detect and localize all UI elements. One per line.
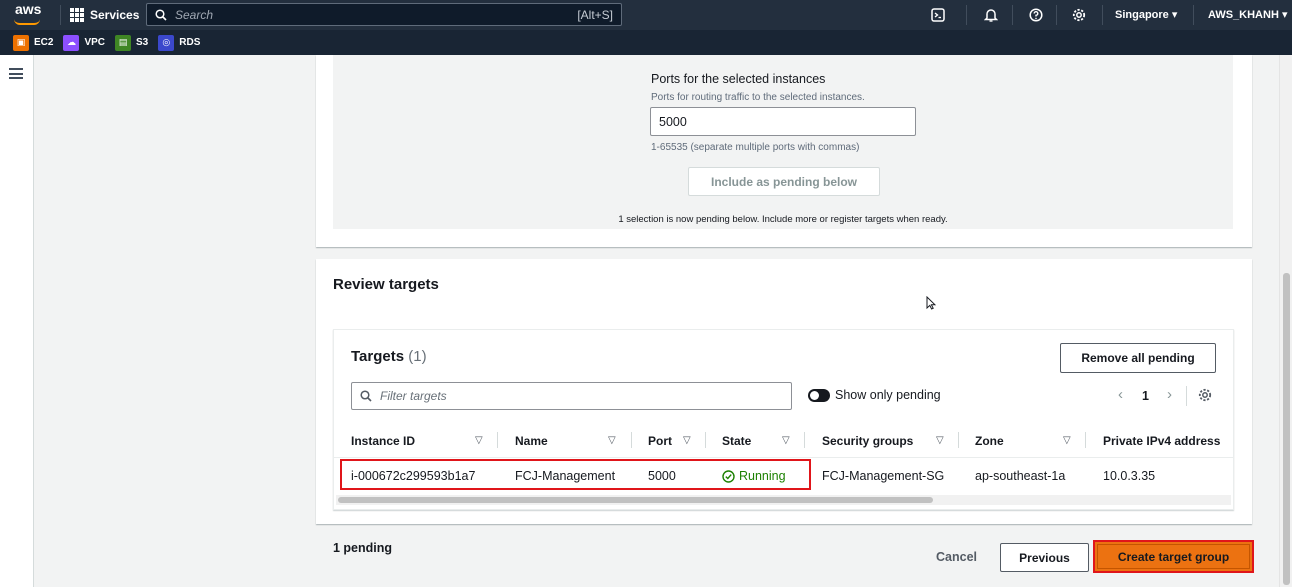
- column-security-groups[interactable]: Security groups: [822, 434, 913, 448]
- column-state[interactable]: State: [722, 434, 751, 448]
- column-port[interactable]: Port: [648, 434, 672, 448]
- column-private-ipv4[interactable]: Private IPv4 address: [1103, 434, 1220, 448]
- sort-icon[interactable]: ▽: [782, 435, 790, 446]
- sort-icon[interactable]: ▽: [1063, 435, 1071, 446]
- filter-targets-input[interactable]: Filter targets: [351, 382, 792, 410]
- next-page-icon[interactable]: ›: [1167, 386, 1172, 403]
- cloudshell-icon[interactable]: [928, 5, 948, 25]
- favorite-ec2[interactable]: ▣ EC2: [13, 34, 53, 51]
- register-targets-panel: Ports for the selected instances Ports f…: [316, 55, 1252, 247]
- sort-icon[interactable]: ▽: [608, 435, 616, 446]
- create-target-group-button[interactable]: Create target group: [1093, 540, 1254, 573]
- page-scrollbar-thumb[interactable]: [1283, 273, 1290, 585]
- search-shortcut: [Alt+S]: [577, 7, 613, 22]
- pending-note: 1 selection is now pending below. Includ…: [618, 214, 948, 225]
- review-targets-title: Review targets: [333, 276, 439, 293]
- help-icon[interactable]: [1026, 5, 1046, 25]
- previous-button[interactable]: Previous: [1000, 543, 1089, 572]
- cell-security-group: FCJ-Management-SG: [822, 469, 945, 483]
- rds-icon: ◎: [158, 34, 175, 51]
- previous-page-icon[interactable]: ‹: [1118, 386, 1123, 403]
- search-icon: [360, 390, 372, 402]
- favorites-bar: ▣ EC2 ☁ VPC ▤ S3 ◎ RDS: [0, 30, 1292, 55]
- favorite-vpc[interactable]: ☁ VPC: [63, 34, 105, 51]
- settings-gear-icon[interactable]: [1069, 5, 1089, 25]
- column-name[interactable]: Name: [515, 434, 548, 448]
- table-scrollbar-thumb[interactable]: [338, 497, 933, 503]
- pending-count: 1 pending: [333, 541, 393, 555]
- mouse-cursor-icon: [926, 295, 937, 313]
- region-selector[interactable]: Singapore ▾: [1115, 8, 1177, 21]
- services-label: Services: [90, 8, 140, 22]
- ec2-icon: ▣: [13, 34, 29, 51]
- vpc-icon: ☁: [63, 34, 80, 51]
- favorite-rds[interactable]: ◎ RDS: [158, 34, 200, 51]
- show-only-pending-label: Show only pending: [835, 388, 941, 402]
- search-placeholder: Search: [175, 7, 214, 22]
- include-as-pending-button[interactable]: Include as pending below: [688, 167, 880, 196]
- aws-logo-text: aws: [15, 1, 42, 17]
- search-icon: [155, 8, 167, 21]
- menu-hamburger-icon[interactable]: [9, 68, 23, 79]
- aws-logo[interactable]: aws: [12, 1, 48, 28]
- cancel-button[interactable]: Cancel: [936, 550, 977, 564]
- remove-all-pending-button[interactable]: Remove all pending: [1060, 343, 1216, 373]
- top-navigation: aws Services Search [Alt+S] Singapore ▾ …: [0, 0, 1292, 30]
- column-zone[interactable]: Zone: [975, 434, 1004, 448]
- favorite-s3[interactable]: ▤ S3: [115, 34, 148, 51]
- side-navigation-rail: [0, 55, 34, 587]
- services-grid-icon: [70, 8, 84, 22]
- show-only-pending-toggle[interactable]: [808, 389, 830, 402]
- cell-private-ip: 10.0.3.35: [1103, 469, 1156, 483]
- targets-count: (1): [408, 348, 427, 365]
- column-instance-id[interactable]: Instance ID: [351, 434, 415, 448]
- ports-container: Ports for the selected instances Ports f…: [333, 55, 1233, 229]
- table-horizontal-scrollbar[interactable]: [336, 495, 1231, 505]
- services-button[interactable]: Services: [70, 5, 139, 25]
- aws-smile-icon: [14, 19, 40, 25]
- notifications-bell-icon[interactable]: [981, 5, 1001, 25]
- sort-icon[interactable]: ▽: [683, 435, 691, 446]
- table-header-row: Instance ID ▽ Name ▽ Port ▽ State ▽ Secu…: [334, 422, 1233, 458]
- sort-icon[interactable]: ▽: [475, 435, 483, 446]
- ports-hint: 1-65535 (separate multiple ports with co…: [651, 142, 860, 153]
- page-scrollbar[interactable]: [1279, 55, 1292, 587]
- search-input[interactable]: Search [Alt+S]: [146, 3, 622, 26]
- annotation-highlight-row: [340, 459, 811, 490]
- ports-input-value: 5000: [659, 114, 687, 129]
- page-number[interactable]: 1: [1142, 389, 1149, 403]
- ports-title: Ports for the selected instances: [651, 72, 826, 86]
- table-preferences-gear-icon[interactable]: [1198, 388, 1212, 405]
- nav-divider: [60, 5, 61, 25]
- sort-icon[interactable]: ▽: [936, 435, 944, 446]
- targets-heading: Targets (1): [351, 348, 427, 365]
- ports-description: Ports for routing traffic to the selecte…: [651, 92, 865, 103]
- cell-zone: ap-southeast-1a: [975, 469, 1066, 483]
- s3-icon: ▤: [115, 34, 132, 51]
- filter-placeholder: Filter targets: [380, 389, 447, 403]
- ports-input[interactable]: 5000: [650, 107, 916, 136]
- account-menu[interactable]: AWS_KHANH ▾: [1208, 8, 1287, 21]
